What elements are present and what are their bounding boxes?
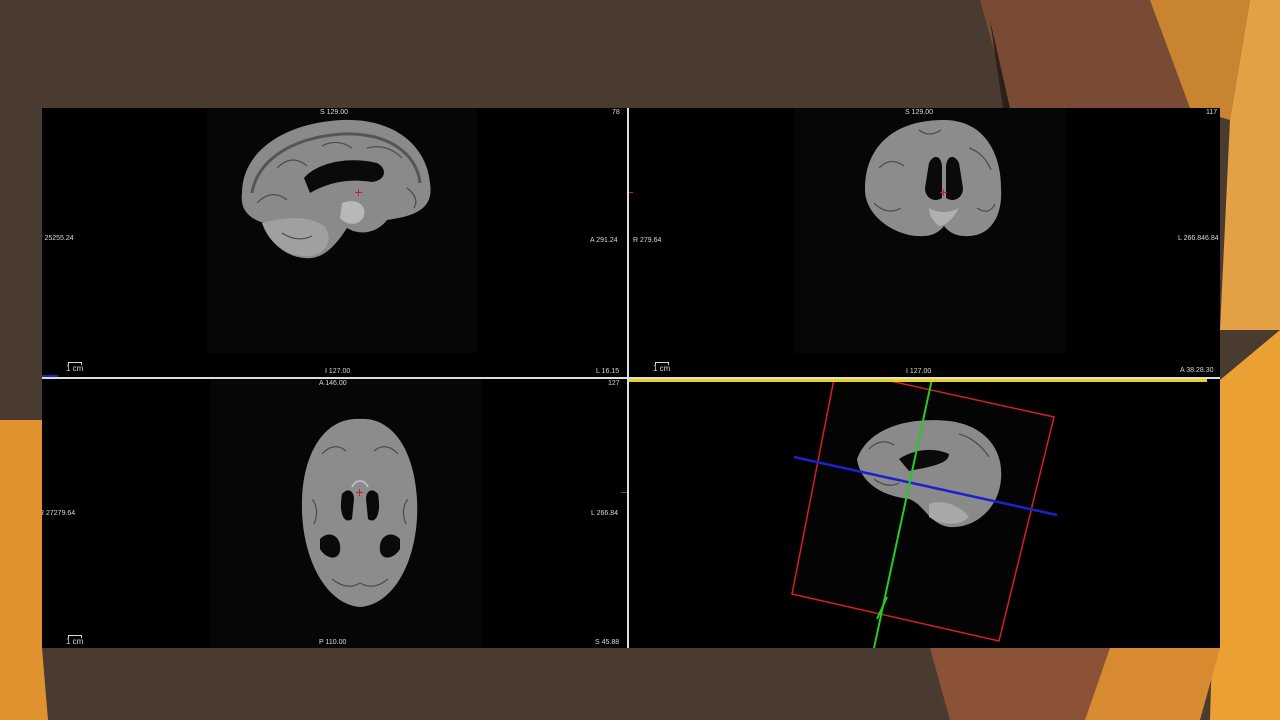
3d-render — [791, 379, 1058, 648]
orientation-bottom-label: I 127.00 — [325, 368, 351, 375]
orientation-top-label: S 129.00 — [320, 109, 349, 116]
orientation-left-label: P 25255.24 — [42, 235, 74, 242]
orientation-right-label: L 266.846.84 — [1178, 235, 1219, 242]
orientation-bottom-right-label: S 45.88 — [595, 639, 620, 646]
slice-number-label: 117 — [1206, 109, 1218, 116]
orientation-right-label: L 266.84 — [591, 510, 618, 517]
sagittal-view-pane[interactable]: S 129.00 78 P 25255.24 A 291.24 I 127.00… — [42, 108, 627, 377]
orientation-bottom-label: P 110.00 — [319, 639, 347, 646]
coronal-view-pane[interactable]: S 129.00 117 R 279.64 L 266.846.84 I 127… — [629, 108, 1220, 377]
orientation-bottom-right-label: L 16.15 — [596, 368, 620, 375]
crosshair-v — [359, 489, 360, 496]
scale-bar: 1 cm — [653, 362, 671, 373]
3d-view-pane[interactable] — [629, 379, 1220, 648]
pane-divider-horizontal[interactable] — [42, 377, 1220, 379]
sagittal-brain-image — [207, 108, 477, 353]
orientation-top-label: A 146.00 — [319, 380, 347, 387]
mri-viewer: S 129.00 78 P 25255.24 A 291.24 I 127.00… — [42, 108, 1220, 648]
crosshair-edge-marker — [629, 192, 633, 193]
scale-bar: 1 cm — [66, 362, 84, 373]
crosshair-line-horizontal — [629, 379, 1207, 382]
scale-bar: 1 cm — [66, 635, 84, 646]
orientation-top-label: S 129.00 — [905, 109, 934, 116]
crosshair-v — [943, 189, 944, 196]
crosshair-v — [358, 189, 359, 196]
axial-brain-image — [210, 379, 482, 648]
axial-view-pane[interactable]: A 146.00 127 R 27279.64 L 266.84 P 110.0… — [42, 379, 627, 648]
orientation-left-label: R 27279.64 — [42, 510, 76, 517]
orientation-right-label: A 291.24 — [590, 237, 618, 244]
slice-number-label: 127 — [608, 380, 620, 387]
orientation-left-label: R 279.64 — [633, 237, 662, 244]
orientation-bottom-label: I 127.00 — [906, 368, 932, 375]
coronal-brain-image — [794, 108, 1066, 353]
slice-number-label: 78 — [612, 109, 620, 116]
orientation-bottom-right-label: A 38.28.30 — [1180, 367, 1214, 374]
